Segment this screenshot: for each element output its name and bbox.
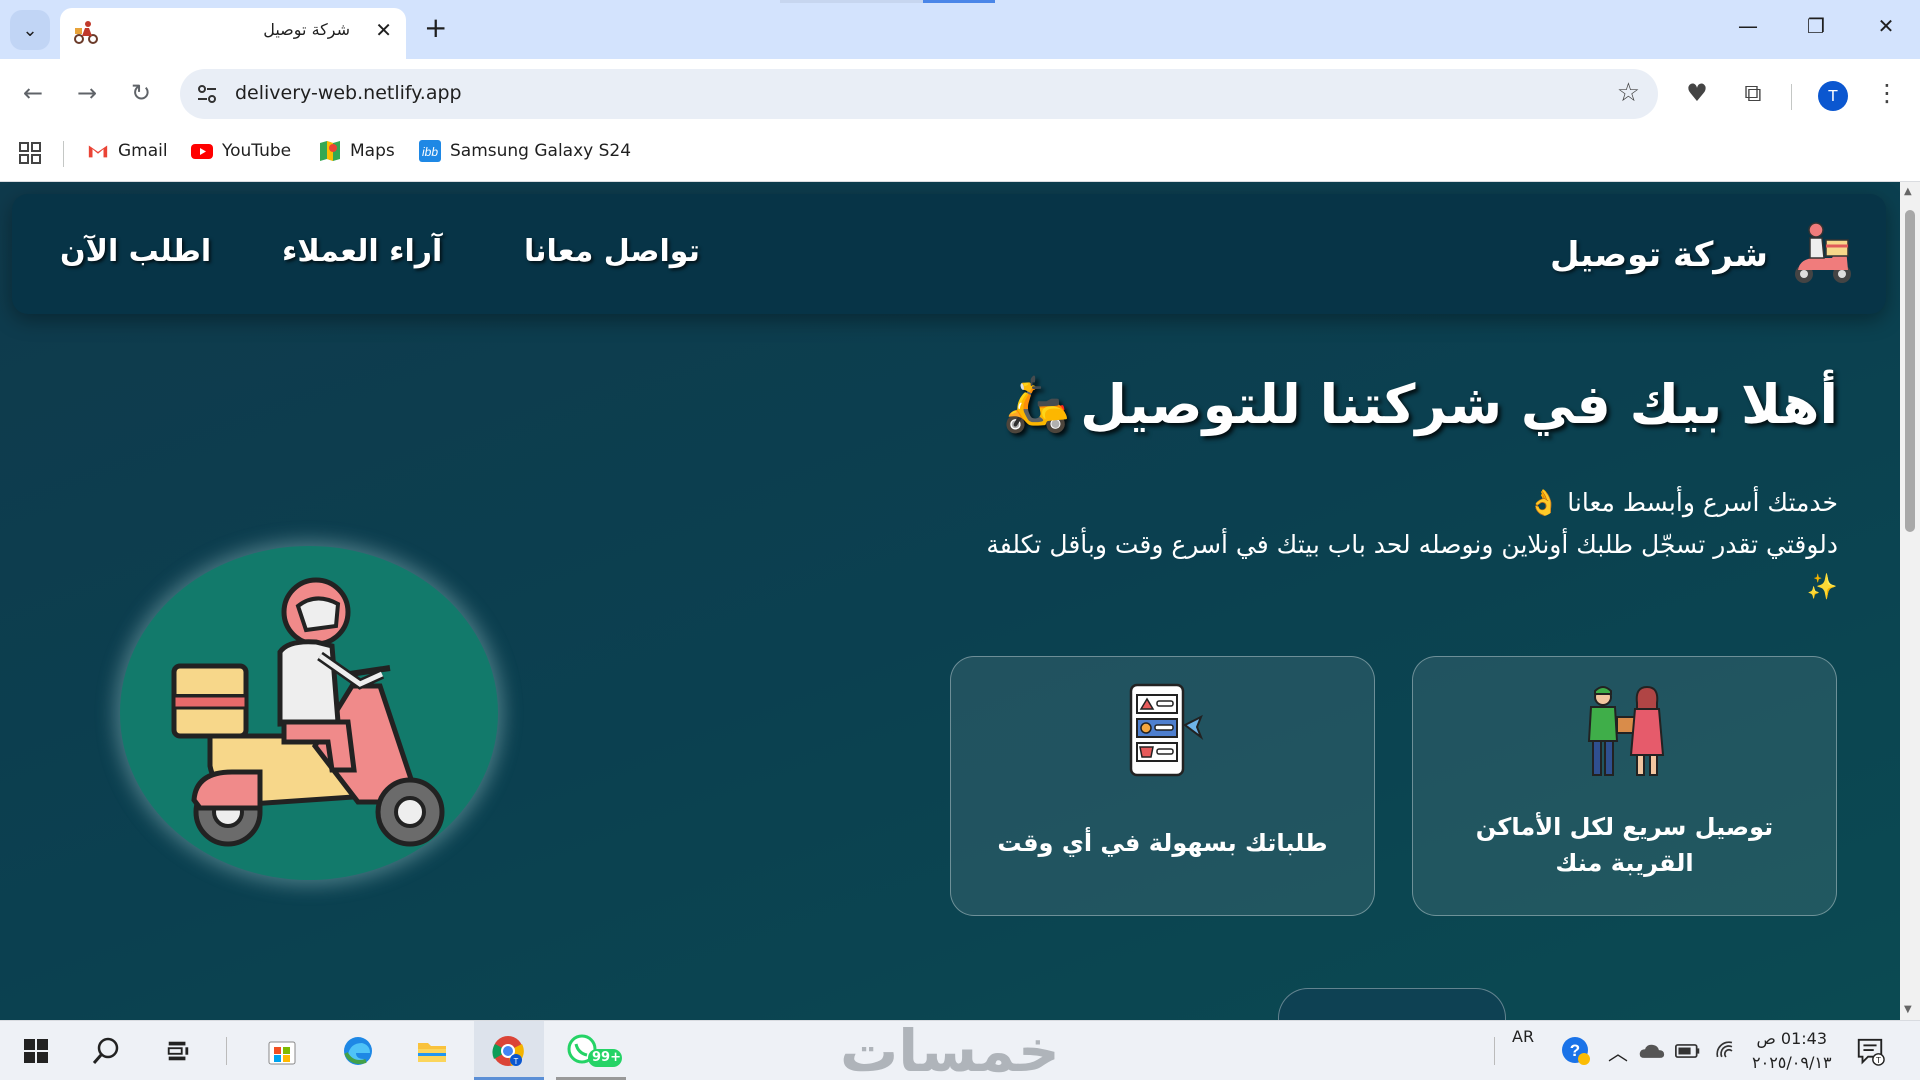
brand-name: شركة توصيل [1550,235,1768,275]
scrollbar-thumb[interactable] [1905,210,1915,532]
browser-tab-bar: ⌄ شركة توصيل ✕ + — ❐ ✕ [0,0,1920,59]
language-indicator[interactable]: AR [1512,1027,1534,1046]
bookmark-label: YouTube [222,141,292,161]
bookmark-label: Maps [350,141,395,161]
browser-toolbar: ← → ↻ delivery-web.netlify.app ☆ ♥ ⧉ T ⋮ [0,59,1920,129]
search-icon[interactable] [88,1033,124,1069]
hero-title-text: أهلا بيك في شركتنا للتوصيل [1080,372,1838,436]
restore-window-button[interactable]: ❐ [1796,14,1836,38]
toolbar-separator [1791,84,1792,110]
svg-text:ibb: ibb [422,145,438,159]
bottom-cta-button[interactable] [1278,988,1506,1020]
youtube-icon [190,139,214,163]
clock-time: 01:43 ص [1756,1029,1828,1048]
maps-icon [318,139,342,163]
bookmark-label: Gmail [118,141,168,161]
hero-title: أهلا بيك في شركتنا للتوصيل 🛵 [1003,372,1838,436]
feature-card-text: طلباتك بسهولة في أي وقت [997,829,1328,857]
nav-link-reviews[interactable]: آراء العملاء [282,234,442,269]
reload-button[interactable]: ↻ [124,79,158,107]
windows-taskbar: T 99+ خمسات AR ? ︿ 01:43 ص ٢٠٢٥/٠٩/١٣ T [0,1020,1920,1080]
delivery-rider-scooter-icon [171,577,445,847]
close-window-button[interactable]: ✕ [1866,14,1906,38]
hero-description: خدمتك أسرع وأبسط معانا 👌 دلوقتي تقدر تسج… [978,482,1838,608]
whatsapp-icon[interactable]: 99+ [566,1033,626,1069]
apps-grid-icon[interactable] [18,141,42,165]
heart-extension-icon[interactable]: ♥ [1680,79,1714,107]
close-tab-icon[interactable]: ✕ [375,18,392,42]
delivery-scooter-logo-icon [1795,222,1851,283]
nav-link-contact[interactable]: تواصل معانا [524,234,700,269]
hero-line-1: خدمتك أسرع وأبسط معانا 👌 [1528,488,1838,517]
bookmark-star-icon[interactable]: ☆ [1617,78,1640,108]
task-view-icon[interactable] [160,1033,196,1069]
scroll-up-arrow-icon[interactable]: ▲ [1904,186,1912,197]
minimize-window-button[interactable]: — [1728,14,1768,38]
site-brand[interactable]: شركة توصيل [1550,218,1860,292]
online-order-icon [1129,683,1203,777]
address-bar[interactable]: delivery-web.netlify.app ☆ [180,69,1658,119]
bookmark-gmail[interactable]: Gmail [86,139,168,163]
wifi-icon[interactable] [1708,1033,1744,1069]
battery-icon[interactable] [1670,1033,1706,1069]
start-button[interactable] [18,1033,54,1069]
scooter-favicon-icon [74,21,98,44]
page-scrollbar[interactable]: ▲ ▼ [1900,182,1920,1020]
profile-avatar[interactable]: T [1818,81,1848,111]
tab-title: شركة توصيل [263,20,350,39]
bookmarks-bar: Gmail YouTube Maps ibb Samsung Galaxy S2… [0,129,1920,182]
bookmark-maps[interactable]: Maps [318,139,395,163]
help-icon[interactable]: ? [1558,1033,1594,1069]
chrome-icon[interactable]: T [490,1033,526,1069]
edge-browser-icon[interactable] [340,1033,376,1069]
svg-text:T: T [514,1057,519,1066]
delivery-handover-icon [1587,685,1664,776]
bookmarks-separator [63,141,64,167]
tray-separator [1494,1037,1495,1065]
feature-card-fast-delivery: توصيل سريع لكل الأماكن القريبة منك [1412,656,1837,916]
tab-strip-active-indicator [923,0,995,3]
bookmark-youtube[interactable]: YouTube [190,139,291,163]
site-info-icon[interactable] [194,81,220,107]
web-page: شركة توصيل تواصل معانا آراء العملاء اطلب… [0,182,1900,1020]
browser-tab[interactable]: شركة توصيل ✕ [60,8,406,59]
tab-search-button[interactable]: ⌄ [10,10,50,50]
forward-button[interactable]: → [70,79,104,107]
microsoft-store-icon[interactable] [264,1033,300,1069]
windows-logo-icon [24,1039,48,1063]
gmail-icon [86,139,110,163]
feature-card-text: توصيل سريع لكل الأماكن القريبة منك [1475,813,1774,877]
scooter-emoji-icon: 🛵 [1002,372,1071,435]
show-hidden-icons-chevron-icon[interactable]: ︿ [1600,1033,1636,1069]
hero-line-2: دلوقتي تقدر تسجّل طلبك أونلاين ونوصله لح… [986,530,1838,601]
onedrive-cloud-icon[interactable] [1634,1033,1670,1069]
bookmark-samsung-galaxy[interactable]: ibb Samsung Galaxy S24 [418,139,631,163]
whatsapp-badge: 99+ [592,1050,621,1065]
taskbar-separator [226,1037,227,1065]
extensions-puzzle-icon[interactable]: ⧉ [1736,79,1770,107]
site-navbar: شركة توصيل تواصل معانا آراء العملاء اطلب… [12,194,1886,314]
back-button[interactable]: ← [16,79,50,107]
url-text[interactable]: delivery-web.netlify.app [235,82,462,104]
system-clock[interactable]: 01:43 ص ٢٠٢٥/٠٩/١٣ [1752,1027,1832,1075]
ibb-icon: ibb [418,139,442,163]
more-menu-icon[interactable]: ⋮ [1870,79,1904,107]
svg-text:T: T [1876,1055,1881,1065]
scroll-down-arrow-icon[interactable]: ▼ [1904,1004,1912,1015]
new-tab-button[interactable]: + [424,14,447,42]
chevron-down-icon: ⌄ [22,19,38,41]
hero-illustration [120,546,498,880]
bookmark-label: Samsung Galaxy S24 [450,141,632,161]
nav-link-order-now[interactable]: اطلب الآن [60,234,211,269]
notifications-icon[interactable]: T [1852,1033,1888,1069]
clock-date: ٢٠٢٥/٠٩/١٣ [1752,1053,1832,1072]
file-explorer-icon[interactable] [414,1033,450,1069]
khamsat-watermark: خمسات [840,1017,1060,1080]
feature-card-order-anytime: طلباتك بسهولة في أي وقت [950,656,1375,916]
